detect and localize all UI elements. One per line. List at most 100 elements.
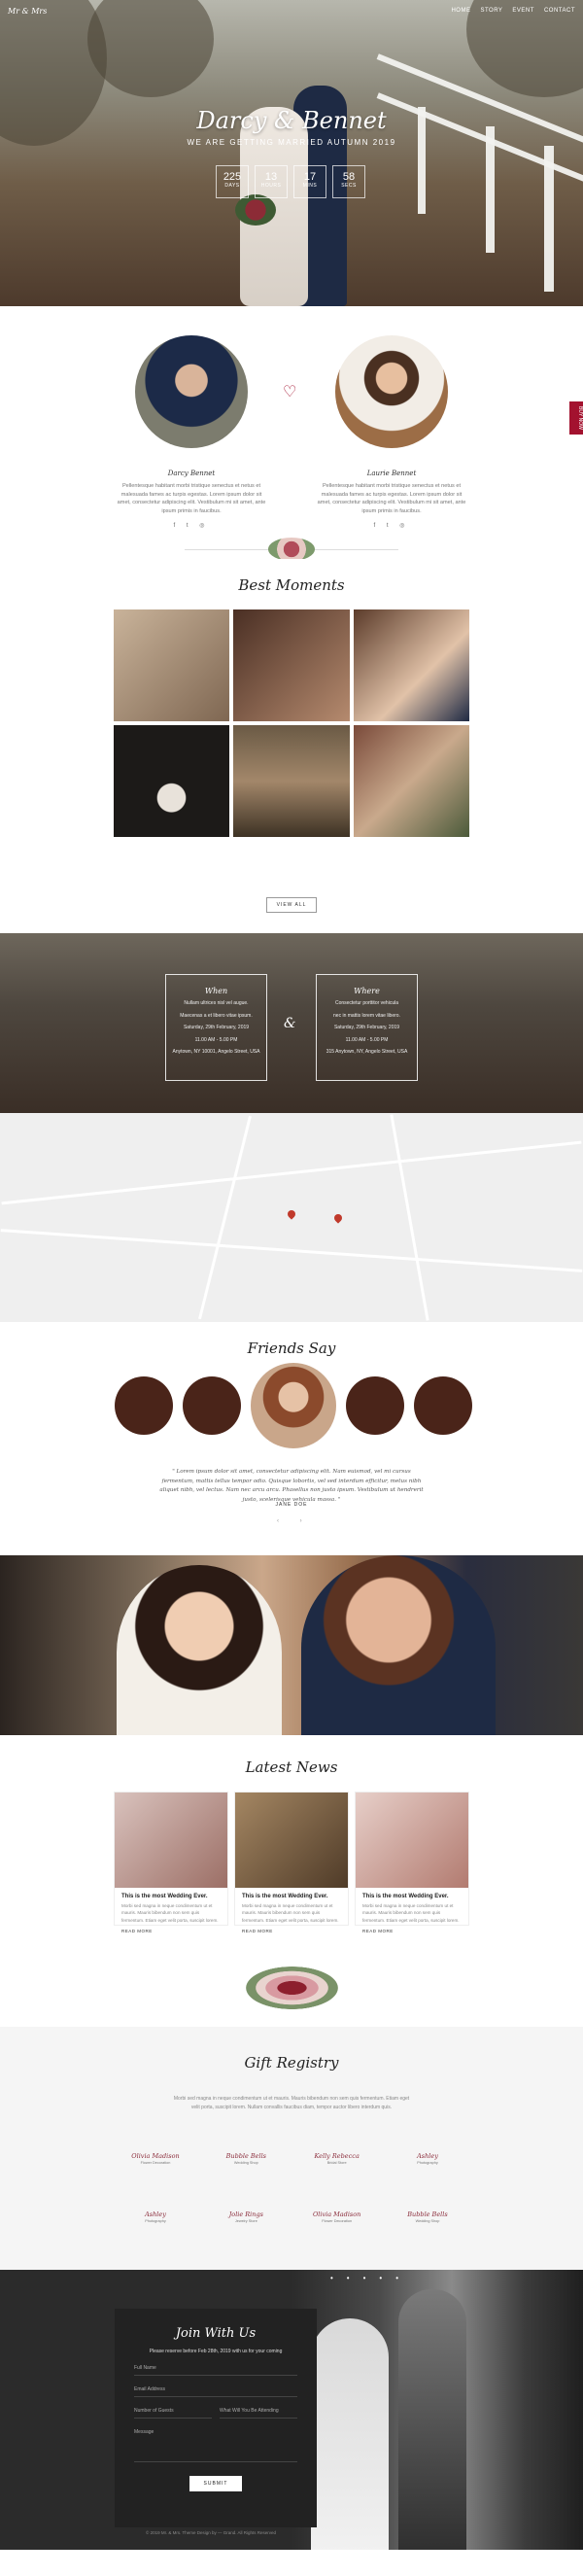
full-name-field[interactable]: Full Name xyxy=(134,2359,297,2376)
gallery-photo[interactable] xyxy=(233,725,350,837)
event-card-where: Where Consectetur porttitor vehicula nec… xyxy=(316,974,418,1081)
gallery-photo[interactable] xyxy=(353,609,469,721)
moments-gallery xyxy=(114,609,469,837)
flower-divider-icon xyxy=(246,1967,338,2009)
registry-logo-tag: Jewelry Store xyxy=(234,2219,257,2224)
countdown-value: 17 xyxy=(303,171,317,183)
event-line: Maecenas a et libero vitae ipsum. xyxy=(180,1012,253,1019)
rsvp-title: Join With Us xyxy=(175,2326,257,2341)
rsvp-form: Join With Us Please reserve before Feb 2… xyxy=(115,2309,317,2527)
nav-item-home[interactable]: HOME xyxy=(451,8,470,14)
hero-section: Mr & Mrs HOME STORY EVENT CONTACT Darcy … xyxy=(0,0,583,306)
testimonial-avatar[interactable] xyxy=(346,1376,404,1435)
rsvp-section: ••••• Join With Us Please reserve before… xyxy=(0,2270,583,2550)
email-field[interactable]: Email Address xyxy=(134,2381,297,2397)
testimonial-avatar[interactable] xyxy=(414,1376,472,1435)
testimonial-avatar[interactable] xyxy=(183,1376,241,1435)
bouquet-image xyxy=(235,194,276,226)
nav-item-event[interactable]: EVENT xyxy=(512,8,534,14)
groom-description: Pellentesque habitant morbi tristique se… xyxy=(117,483,266,514)
news-card[interactable]: This is the most Wedding Ever. Morbi sed… xyxy=(234,1792,349,1933)
event-line: Saturday, 29th February, 2019 xyxy=(333,1025,400,1030)
site-logo[interactable]: Mr & Mrs xyxy=(8,7,47,16)
gallery-photo[interactable] xyxy=(353,725,469,837)
countdown-days: 225 DAYS xyxy=(216,165,249,198)
slider-arrows[interactable]: ‹ › xyxy=(277,1518,312,1524)
countdown-value: 225 xyxy=(223,171,242,183)
bride-avatar xyxy=(335,335,448,448)
read-more-link[interactable]: READ MORE xyxy=(242,1929,341,1933)
registry-logo-tag: Photography xyxy=(145,2219,166,2224)
groom-figure xyxy=(301,1555,496,1735)
countdown-label: SECS xyxy=(341,183,357,189)
news-card-title: This is the most Wedding Ever. xyxy=(121,1894,208,1899)
map-pin-icon[interactable] xyxy=(286,1208,297,1220)
event-line: Nullam ultrices nisl vel augue. xyxy=(184,1000,249,1006)
friends-title: Friends Say xyxy=(247,1340,336,1357)
registry-logo-name: Olivia Madison xyxy=(131,2152,180,2160)
event-line: Consectetur porttitor vehicula xyxy=(334,1000,399,1006)
news-cards: This is the most Wedding Ever. Morbi sed… xyxy=(114,1792,469,1933)
gallery-photo[interactable] xyxy=(114,725,230,837)
message-field[interactable]: Message xyxy=(134,2423,297,2462)
nav-item-story[interactable]: STORY xyxy=(480,8,502,14)
gallery-photo[interactable] xyxy=(233,609,350,721)
heart-icon: ♡ xyxy=(283,384,297,400)
registry-logo[interactable]: Kelly Rebecca Bridal Store xyxy=(308,2152,366,2165)
registry-title: Gift Registry xyxy=(244,2054,339,2071)
flower-divider-icon xyxy=(268,538,315,559)
testimonial-quote: " Lorem ipsum dolor sit amet, consectetu… xyxy=(159,1469,424,1503)
nav-item-contact[interactable]: CONTACT xyxy=(544,8,575,14)
gift-registry-section: Gift Registry Morbi sed magna in neque c… xyxy=(0,2027,583,2270)
view-all-button[interactable]: VIEW ALL xyxy=(266,897,317,913)
registry-logo[interactable]: Bubble Bells Wedding Shop xyxy=(217,2152,275,2166)
read-more-link[interactable]: READ MORE xyxy=(362,1929,462,1933)
registry-logo[interactable]: Ashley Photography xyxy=(398,2152,457,2165)
top-nav: Mr & Mrs HOME STORY EVENT CONTACT xyxy=(0,0,583,21)
map-pin-icon[interactable] xyxy=(332,1212,344,1224)
registry-text: Morbi sed magna in neque condimentum ut … xyxy=(173,2096,410,2110)
countdown-label: HOURS xyxy=(260,183,282,189)
hero-subtitle: WE ARE GETTING MARRIED AUTUMN 2019 xyxy=(187,138,396,147)
news-image xyxy=(115,1793,227,1888)
news-card[interactable]: This is the most Wedding Ever. Morbi sed… xyxy=(355,1792,469,1933)
registry-logo[interactable]: Ashley Photography xyxy=(126,2210,185,2224)
submit-button[interactable]: SUBMIT xyxy=(189,2476,242,2491)
countdown-hours: 13 HOURS xyxy=(255,165,288,198)
guests-field[interactable]: Number of Guests xyxy=(134,2402,212,2419)
bride-figure xyxy=(117,1565,282,1735)
gallery-photo[interactable] xyxy=(114,609,230,721)
couple-section: Darcy Bennet Pellentesque habitant morbi… xyxy=(0,306,583,559)
registry-logo[interactable]: Jolie Rings Jewelry Store xyxy=(217,2210,275,2224)
event-ampersand: & xyxy=(284,1016,296,1031)
news-card[interactable]: This is the most Wedding Ever. Morbi sed… xyxy=(114,1792,228,1933)
rsvp-lead: Please reserve before Feb 28th, 2019 wit… xyxy=(149,2349,283,2354)
rsvp-row: Number of Guests What Will You Be Attend… xyxy=(134,2397,297,2419)
news-card-title: This is the most Wedding Ever. xyxy=(242,1894,328,1899)
bride-name: Laurie Bennet xyxy=(366,470,417,477)
copyright-text: © 2019 Mr. & Mrs. Theme Design by — Gran… xyxy=(146,2530,277,2535)
registry-logo-name: Ashley xyxy=(417,2152,438,2160)
location-map[interactable] xyxy=(0,1113,583,1322)
registry-logo-tag: Wedding Shop xyxy=(233,2161,258,2166)
attending-select[interactable]: What Will You Be Attending xyxy=(220,2402,297,2419)
registry-logo[interactable]: Olivia Madison Flower Decoration xyxy=(126,2152,185,2165)
testimonial-avatars xyxy=(115,1363,472,1448)
event-section: When Nullam ultrices nisl vel augue. Mae… xyxy=(0,933,583,1113)
couple-banner-photo xyxy=(0,1555,583,1735)
bride-description: Pellentesque habitant morbi tristique se… xyxy=(317,483,466,514)
countdown: 225 DAYS 13 HOURS 17 MINS 58 SECS xyxy=(216,165,365,198)
countdown-value: 13 xyxy=(264,171,278,183)
bride-social-icons[interactable]: f t ◎ xyxy=(304,522,479,529)
side-buy-tab[interactable]: BUY NOW xyxy=(569,401,583,435)
testimonial-avatar[interactable] xyxy=(115,1376,173,1435)
groom-social-icons[interactable]: f t ◎ xyxy=(104,522,279,529)
groom-figure xyxy=(398,2289,466,2550)
registry-logo[interactable]: Bubble Bells Wedding Shop xyxy=(398,2210,457,2224)
testimonial-avatar-active[interactable] xyxy=(251,1363,336,1448)
registry-logo-tag: Wedding Shop xyxy=(415,2219,440,2224)
registry-logo[interactable]: Olivia Madison Flower Decoration xyxy=(308,2210,366,2223)
news-card-text: Morbi sed magna in neque condimentum ut … xyxy=(242,1903,339,1923)
event-card-when: When Nullam ultrices nisl vel augue. Mae… xyxy=(165,974,267,1081)
read-more-link[interactable]: READ MORE xyxy=(121,1929,221,1933)
